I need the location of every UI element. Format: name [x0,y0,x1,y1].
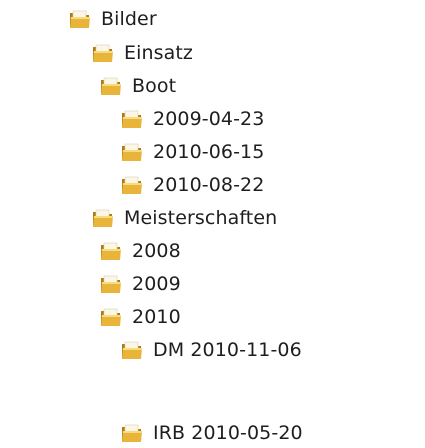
tree-node-bilder[interactable]: Bilder [68,4,157,34]
tree-node-meisterschaften[interactable]: Meisterschaften [91,203,277,233]
tree-node-dm-2010-11-06[interactable]: DM 2010-11-06 [120,335,302,365]
tree-node-label: 2009 [132,273,181,295]
tree-node-einsatz[interactable]: Einsatz [91,38,193,68]
folder-icon [99,306,123,328]
tree-node-2008[interactable]: 2008 [99,236,181,266]
tree-node-2010-06-15[interactable]: 2010-06-15 [120,137,264,167]
tree-node-label: Bilder [101,8,157,30]
tree-node-label: 2010-08-22 [153,174,265,196]
tree-node-label: IRB 2010-05-20 [153,422,303,444]
tree-node-label: 2010-06-15 [153,141,265,163]
folder-icon [120,339,144,361]
tree-node-boot[interactable]: Boot [99,71,176,101]
folder-icon [68,8,92,30]
folder-tree: Bilder Einsatz Boot 2009-04-23 2010-06-1… [0,0,425,448]
tree-node-label: 2008 [132,240,181,262]
folder-icon [120,174,144,196]
tree-node-2009-04-23[interactable]: 2009-04-23 [120,104,264,134]
folder-icon [99,240,123,262]
tree-node-label: Einsatz [124,42,193,64]
folder-icon [91,207,115,229]
tree-node-2009[interactable]: 2009 [99,269,181,299]
tree-node-label: 2010 [132,306,181,328]
tree-node-2010-08-22[interactable]: 2010-08-22 [120,170,264,200]
tree-node-label: Meisterschaften [124,207,278,229]
tree-node-label: DM 2010-11-06 [153,339,302,361]
tree-node-irb-2010-05-20[interactable]: IRB 2010-05-20 [120,418,303,448]
folder-icon [99,75,123,97]
folder-icon [120,422,144,444]
tree-node-label: 2009-04-23 [153,108,265,130]
folder-icon [99,273,123,295]
tree-node-2010[interactable]: 2010 [99,302,181,332]
folder-icon [120,108,144,130]
folder-icon [120,141,144,163]
folder-icon [91,42,115,64]
tree-node-label: Boot [132,75,177,97]
